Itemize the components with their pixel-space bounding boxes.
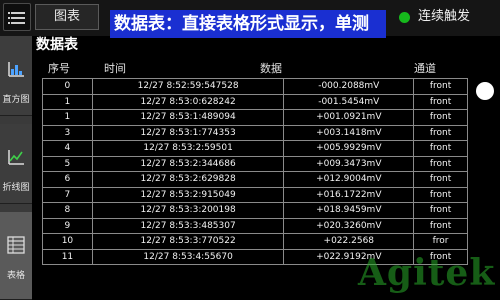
table-row[interactable]: 9 12/27 8:53:3:485307 +020.3260mV front <box>42 217 468 234</box>
cell-time: 12/27 8:53:3:770522 <box>91 233 285 250</box>
cell-time: 12/27 8:53:2:629828 <box>91 171 285 188</box>
cell-channel: front <box>413 140 468 157</box>
cell-index: 0 <box>42 78 93 95</box>
cell-time: 12/27 8:52:59:547528 <box>91 78 285 95</box>
cell-time: 12/27 8:53:1:489094 <box>91 109 285 126</box>
cell-index: 7 <box>42 186 93 203</box>
table-row[interactable]: 4 12/27 8:53:2:59501 +005.9929mV front <box>42 140 468 157</box>
column-header-channel: 通道 <box>414 62 436 75</box>
cell-time: 12/27 8:53:3:485307 <box>91 217 285 234</box>
cell-value: +016.1722mV <box>283 186 415 203</box>
column-header-time: 时间 <box>104 62 126 75</box>
cell-channel: front <box>413 124 468 141</box>
cell-channel: front <box>413 155 468 172</box>
cell-time: 12/27 8:53:0:628242 <box>91 93 285 110</box>
cell-value: +012.9004mV <box>283 171 415 188</box>
cell-value: +020.3260mV <box>283 217 415 234</box>
trigger-status-indicator <box>399 12 410 23</box>
table-row[interactable]: 6 12/27 8:53:2:629828 +012.9004mV front <box>42 171 468 188</box>
cell-channel: front <box>413 171 468 188</box>
cell-index: 1 <box>42 93 93 110</box>
cell-channel: front <box>413 217 468 234</box>
cell-index: 9 <box>42 217 93 234</box>
cell-index: 10 <box>42 233 93 250</box>
table-row[interactable]: 7 12/27 8:53:2:915049 +016.1722mV front <box>42 186 468 203</box>
cell-index: 1 <box>42 109 93 126</box>
cell-channel: front <box>413 93 468 110</box>
cell-value: +009.3473mV <box>283 155 415 172</box>
cell-value: -001.5454mV <box>283 93 415 110</box>
cell-channel: front <box>413 186 468 203</box>
sidebar-item-label: 直方图 <box>2 95 30 105</box>
cell-time: 12/27 8:53:2:59501 <box>91 140 285 157</box>
column-header-index: 序号 <box>48 62 70 75</box>
cell-channel: front <box>413 109 468 126</box>
caption-banner: 数据表：直接表格形式显示，单测 <box>110 10 386 38</box>
table-row[interactable]: 0 12/27 8:52:59:547528 -000.2088mV front <box>42 78 468 95</box>
chart-tab-button[interactable]: 图表 <box>35 4 99 30</box>
sidebar-item-line-chart[interactable]: 折线图 <box>0 124 32 204</box>
cell-index: 3 <box>42 124 93 141</box>
cell-value: +022.2568 <box>283 233 415 250</box>
cell-time: 12/27 8:53:1:774353 <box>91 124 285 141</box>
sidebar: 直方图 折线图 表格 <box>0 36 32 300</box>
page-title: 数据表 <box>36 37 78 53</box>
cell-index: 5 <box>42 155 93 172</box>
table-icon <box>7 236 25 254</box>
table-row[interactable]: 3 12/27 8:53:1:774353 +003.1418mV front <box>42 124 468 141</box>
line-chart-icon <box>8 150 24 165</box>
sidebar-item-table[interactable]: 表格 <box>0 212 32 300</box>
cell-index: 11 <box>42 248 93 265</box>
table-row[interactable]: 10 12/27 8:53:3:770522 +022.2568 fror <box>42 233 468 250</box>
cell-index: 6 <box>42 171 93 188</box>
cell-channel: fror <box>413 233 468 250</box>
cell-value: +005.9929mV <box>283 140 415 157</box>
cell-channel: front <box>413 202 468 219</box>
top-bar: 图表 数据表：直接表格形式显示，单测 连续触发 <box>0 0 500 38</box>
watermark-logo: Agitek <box>358 252 496 294</box>
table-row[interactable]: 1 12/27 8:53:0:628242 -001.5454mV front <box>42 93 468 110</box>
cell-time: 12/27 8:53:2:344686 <box>91 155 285 172</box>
cell-value: +001.0921mV <box>283 109 415 126</box>
column-header-data: 数据 <box>260 62 282 75</box>
continuous-trigger-button[interactable]: 连续触发 <box>418 8 470 26</box>
data-table: 0 12/27 8:52:59:547528 -000.2088mV front 1 12… <box>42 78 468 265</box>
sidebar-item-label: 表格 <box>6 271 25 281</box>
cell-value: +018.9459mV <box>283 202 415 219</box>
sidebar-item-histogram[interactable]: 直方图 <box>0 36 32 116</box>
table-row[interactable]: 8 12/27 8:53:3:200198 +018.9459mV front <box>42 202 468 219</box>
table-row[interactable]: 5 12/27 8:53:2:344686 +009.3473mV front <box>42 155 468 172</box>
cell-time: 12/27 8:53:3:200198 <box>91 202 285 219</box>
cell-value: -000.2088mV <box>283 78 415 95</box>
cell-value: +003.1418mV <box>283 124 415 141</box>
histogram-icon <box>8 62 24 77</box>
table-row[interactable]: 1 12/27 8:53:1:489094 +001.0921mV front <box>42 109 468 126</box>
scroll-toggle-button[interactable] <box>476 82 494 100</box>
menu-icon[interactable] <box>3 3 31 31</box>
cell-time: 12/27 8:53:2:915049 <box>91 186 285 203</box>
cell-index: 8 <box>42 202 93 219</box>
cell-channel: front <box>413 78 468 95</box>
sidebar-item-label: 折线图 <box>2 183 30 193</box>
cell-index: 4 <box>42 140 93 157</box>
cell-time: 12/27 8:53:4:55670 <box>91 248 285 265</box>
